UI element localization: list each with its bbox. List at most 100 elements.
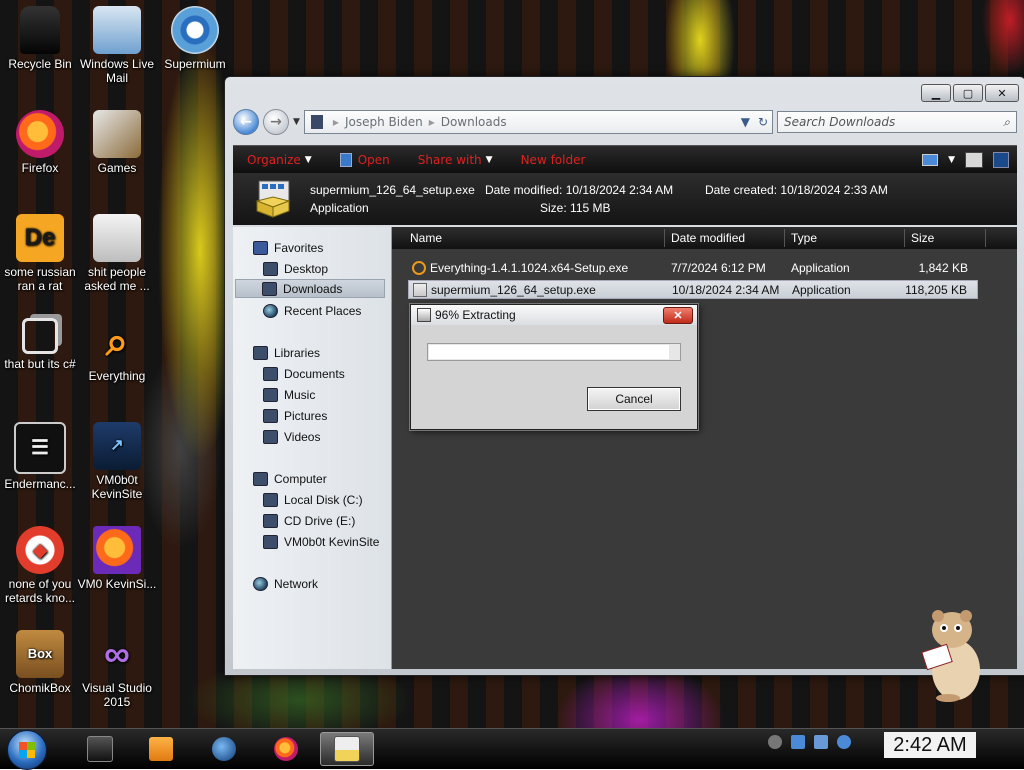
taskbar-supermium[interactable] (197, 732, 251, 766)
new-folder-button[interactable]: New folder (507, 153, 600, 167)
desktop-icon-chomikbox[interactable]: Box ChomikBox (0, 630, 80, 695)
column-type[interactable]: Type (791, 231, 817, 245)
chomikbox-icon: Box (16, 630, 64, 678)
nav-downloads[interactable]: Downloads (235, 279, 385, 298)
nav-documents[interactable]: Documents (263, 367, 345, 381)
file-size: 118,205 KB (905, 283, 967, 297)
nav-pictures[interactable]: Pictures (263, 409, 327, 423)
nav-computer[interactable]: Computer (253, 472, 327, 486)
vm-shortcut-icon: ↗ (93, 422, 141, 470)
tray-network-icon[interactable] (791, 735, 805, 749)
desktop-icon-supermium[interactable]: Supermium (155, 6, 235, 71)
dialog-close-button[interactable]: ✕ (663, 307, 693, 324)
desktop-icon-label: VM0 KevinSi... (77, 577, 157, 591)
taskbar-media-player[interactable] (134, 732, 188, 766)
desktop-icon-everything[interactable]: ⌕ Everything (77, 318, 157, 383)
open-button[interactable]: Open (326, 153, 404, 167)
desktop-icon-firefox-file[interactable]: VM0 KevinSi... (77, 526, 157, 591)
nav-music[interactable]: Music (263, 388, 315, 402)
command-bar: Organize ▼ Open Share with ▼ New folder … (233, 145, 1017, 174)
details-file-type: Application (310, 201, 369, 215)
taskbar-file-manager[interactable] (73, 732, 127, 766)
desktop-folder-icon (263, 262, 278, 276)
taskbar-clock[interactable]: 2:42 AM (884, 732, 976, 758)
details-date-created: Date created: 10/18/2024 2:33 AM (705, 183, 888, 197)
column-date-modified[interactable]: Date modified (671, 231, 745, 245)
network-icon (253, 577, 268, 591)
nav-recent-places[interactable]: Recent Places (263, 304, 361, 318)
nav-label: Desktop (284, 262, 329, 276)
desktop-icon-label: Firefox (21, 161, 59, 175)
taskbar-setup[interactable] (320, 732, 374, 766)
nav-vm-share[interactable]: VM0b0t KevinSite (263, 535, 379, 549)
minimize-button[interactable]: ▁ (921, 84, 951, 102)
cancel-button[interactable]: Cancel (587, 387, 681, 411)
column-size[interactable]: Size (911, 231, 934, 245)
desktop-icon-terminal[interactable]: ☰ Endermanc... (0, 422, 80, 491)
share-with-button[interactable]: Share with ▼ (404, 153, 507, 167)
desktop-icon-document[interactable]: shit people asked me ... (77, 214, 157, 293)
forward-button[interactable]: → (263, 109, 289, 135)
maximize-button[interactable]: ▢ (953, 84, 983, 102)
search-icon: ⌕ (1003, 114, 1010, 129)
nav-cd-drive[interactable]: CD Drive (E:) (263, 514, 355, 528)
progress-fill (429, 345, 669, 359)
start-button[interactable] (7, 730, 47, 770)
desktop-icon-label: some russian ran a rat (4, 265, 76, 293)
hamster-gadget-icon[interactable] (920, 600, 984, 704)
desktop-icon-windows-live-mail[interactable]: Windows Live Mail (77, 6, 157, 85)
nav-local-disk[interactable]: Local Disk (C:) (263, 493, 363, 507)
network-drive-icon (263, 535, 278, 549)
file-type: Application (792, 283, 851, 297)
desktop-icon-recycle-bin[interactable]: Recycle Bin (0, 6, 80, 71)
organize-button[interactable]: Organize ▼ (233, 153, 326, 167)
search-placeholder: Search Downloads (784, 115, 896, 129)
tray-expand-icon[interactable] (768, 735, 782, 749)
desktop-icon-visual-studio[interactable]: ∞ Visual Studio 2015 (77, 630, 157, 710)
column-headers: Name Date modified Type Size (392, 227, 1017, 249)
nav-videos[interactable]: Videos (263, 430, 320, 444)
desktop-icon-de-app[interactable]: De some russian ran a rat (0, 214, 80, 293)
nav-label: Music (284, 388, 316, 402)
nav-desktop[interactable]: Desktop (263, 262, 328, 276)
desktop-icon-games[interactable]: Games (77, 110, 157, 175)
nav-label: Local Disk (C:) (284, 493, 363, 507)
desktop-icon-vm-shortcut[interactable]: ↗ VM0b0t KevinSite (77, 422, 157, 501)
column-name[interactable]: Name (410, 231, 442, 245)
file-row[interactable]: Everything-1.4.1.1024.x64-Setup.exe 7/7/… (408, 259, 978, 278)
change-view-icon[interactable] (922, 154, 939, 166)
nav-favorites[interactable]: Favorites (253, 241, 323, 255)
file-row[interactable]: supermium_126_64_setup.exe 10/18/2024 2:… (408, 280, 978, 299)
visual-studio-icon: ∞ (104, 633, 130, 674)
taskbar-firefox[interactable] (259, 732, 313, 766)
details-label: Date modified: (485, 183, 563, 197)
firefox-icon (274, 737, 298, 761)
address-bar[interactable]: ▸ Joseph Biden ▸ Downloads ▼ ↻ (303, 110, 773, 134)
desktop-icon-firefox[interactable]: Firefox (0, 110, 80, 175)
chevron-down-icon[interactable]: ▼ (948, 155, 955, 165)
details-pane: supermium_126_64_setup.exe Application D… (233, 173, 1017, 225)
dialog-title-bar[interactable]: 96% Extracting ✕ (411, 305, 697, 325)
tray-volume-icon[interactable] (837, 735, 851, 749)
nav-network[interactable]: Network (253, 577, 318, 591)
refresh-icon[interactable]: ↻ (758, 115, 768, 129)
preview-pane-icon[interactable] (965, 152, 983, 168)
desktop-icon-copy-windows[interactable]: that but its c# (0, 318, 80, 371)
tray-action-center-icon[interactable] (814, 735, 828, 749)
desktop-icon-rat-app[interactable]: ◆ none of you retards kno... (0, 526, 80, 605)
recent-pages-dropdown-icon[interactable]: ▼ (293, 117, 300, 127)
address-dropdown-icon[interactable]: ▼ (741, 115, 750, 129)
open-label: Open (357, 153, 390, 167)
computer-icon (253, 472, 268, 486)
setup-file-icon (413, 283, 427, 297)
setup-icon (334, 736, 360, 762)
help-icon[interactable] (993, 152, 1009, 168)
close-button[interactable]: ✕ (985, 84, 1019, 102)
terminal-icon: ☰ (14, 422, 66, 474)
breadcrumb-item[interactable]: Joseph Biden (345, 115, 423, 129)
search-input[interactable]: Search Downloads ⌕ (777, 111, 1017, 133)
firefox-file-icon (93, 526, 141, 574)
nav-libraries[interactable]: Libraries (253, 346, 320, 360)
back-button[interactable]: ← (233, 109, 259, 135)
breadcrumb-item[interactable]: Downloads (441, 115, 507, 129)
